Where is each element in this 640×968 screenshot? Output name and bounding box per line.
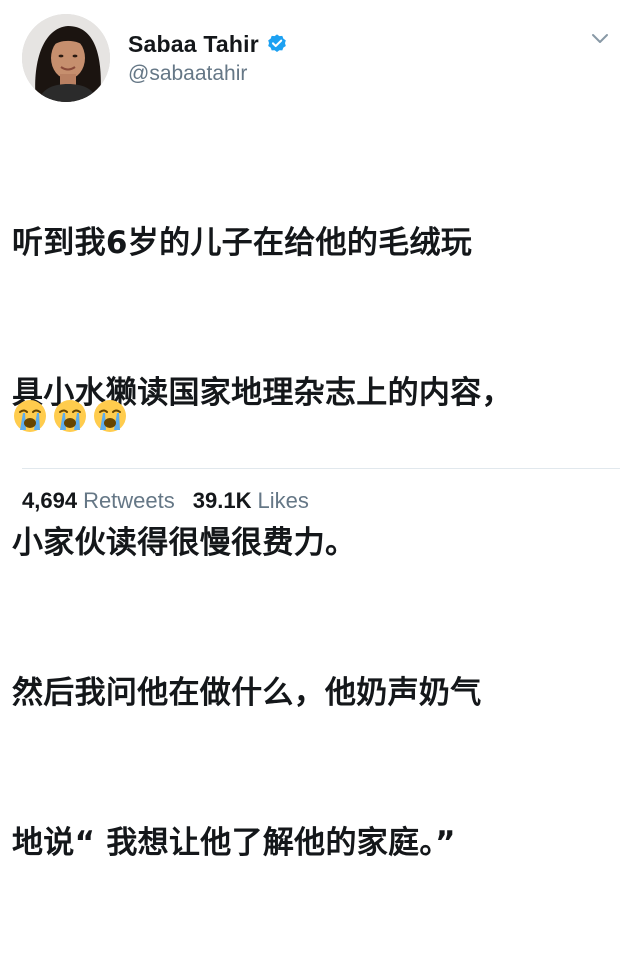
display-name-row: Sabaa Tahir bbox=[128, 30, 288, 58]
display-name[interactable]: Sabaa Tahir bbox=[128, 31, 259, 58]
likes-count[interactable]: 39.1K bbox=[193, 488, 252, 514]
divider bbox=[22, 468, 620, 469]
tweet-stats: 4,694 Retweets 39.1K Likes bbox=[22, 488, 327, 514]
tweet-text-line: 然后我问他在做什么，他奶声奶气 bbox=[12, 675, 482, 711]
user-handle[interactable]: @sabaatahir bbox=[128, 62, 288, 86]
loudly-crying-face-icon bbox=[92, 398, 128, 434]
avatar-image bbox=[22, 14, 110, 102]
tweet-header: Sabaa Tahir @sabaatahir bbox=[22, 12, 622, 104]
likes-label[interactable]: Likes bbox=[258, 488, 309, 514]
retweets-count[interactable]: 4,694 bbox=[22, 488, 77, 514]
tweet-text-line: 小家伙读得很慢很费力。 bbox=[12, 525, 357, 561]
avatar[interactable] bbox=[22, 14, 110, 102]
retweets-label[interactable]: Retweets bbox=[83, 488, 175, 514]
tweet-text-line: 地说“ 我想让他了解他的家庭。” bbox=[12, 825, 456, 861]
user-names: Sabaa Tahir @sabaatahir bbox=[128, 30, 288, 86]
tweet-text-line: 听到我6岁的儿子在给他的毛绒玩 bbox=[12, 225, 473, 261]
verified-badge-icon bbox=[266, 33, 288, 55]
loudly-crying-face-icon bbox=[12, 398, 48, 434]
emoji-row bbox=[12, 398, 128, 434]
chevron-down-icon[interactable] bbox=[590, 32, 610, 46]
tweet-card: Sabaa Tahir @sabaatahir 听到我6岁的儿子在给他的毛绒玩 … bbox=[0, 0, 640, 861]
loudly-crying-face-icon bbox=[52, 398, 88, 434]
tweet-text: 听到我6岁的儿子在给他的毛绒玩 具小水獭读国家地理杂志上的内容， 小家伙读得很慢… bbox=[12, 118, 634, 968]
